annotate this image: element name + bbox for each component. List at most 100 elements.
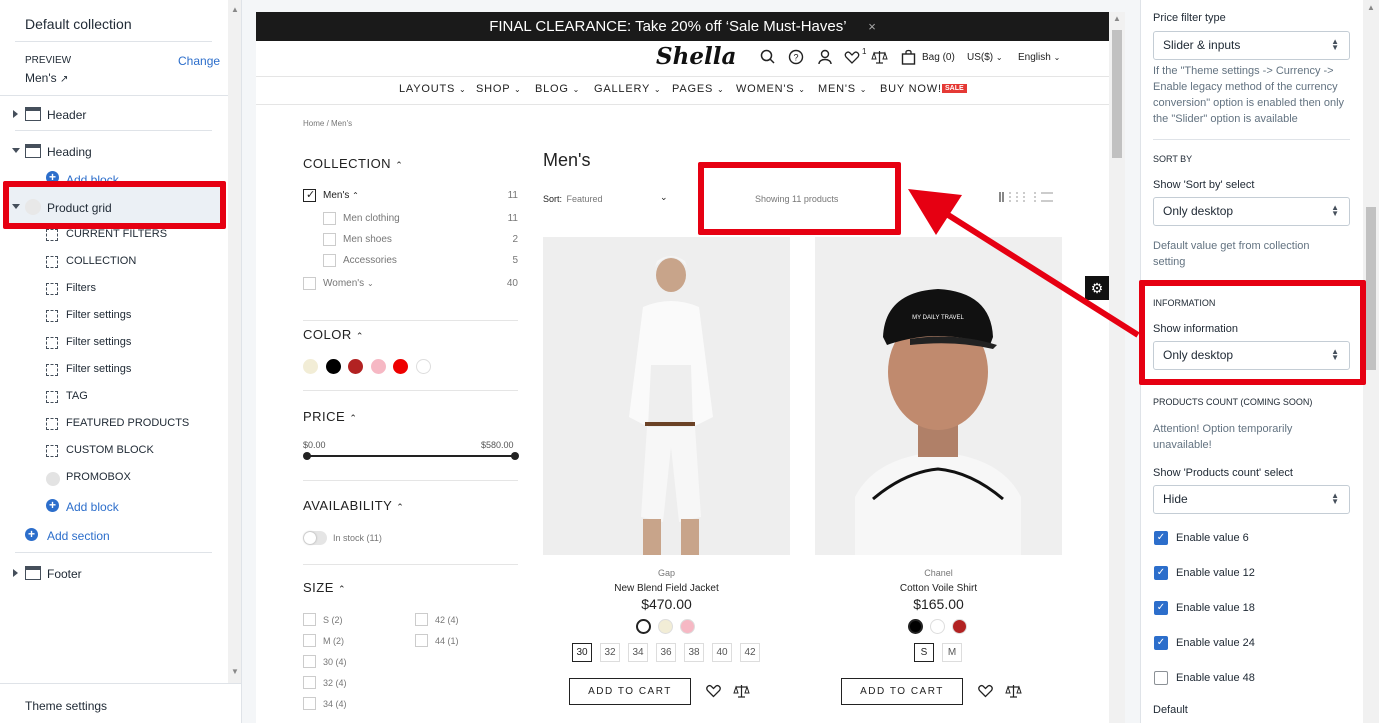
help-icon[interactable]: ?	[788, 49, 804, 65]
enable-value-checkbox[interactable]: ✓	[1154, 566, 1168, 580]
nav-item[interactable]: SHOP ⌄	[476, 83, 522, 95]
color-swatch[interactable]	[393, 359, 408, 374]
block-item[interactable]: FEATURED PRODUCTS	[66, 417, 189, 429]
right-scrollbar[interactable]: ▲	[1363, 0, 1379, 723]
section-header[interactable]: Header	[47, 108, 86, 122]
nav-item[interactable]: PAGES ⌄	[672, 83, 724, 95]
products-count-select[interactable]: Hide ▲ ▼	[1153, 485, 1350, 514]
currency-selector[interactable]: US($) ⌄	[967, 52, 1003, 63]
size-checkbox[interactable]	[303, 676, 316, 689]
size-option[interactable]: M (2)	[323, 636, 344, 646]
product-size-option[interactable]: 42	[740, 643, 760, 662]
section-heading[interactable]: Heading	[47, 145, 92, 159]
compare-icon[interactable]	[871, 49, 888, 65]
nav-item[interactable]: BUY NOW!	[880, 83, 942, 95]
theme-settings-link[interactable]: Theme settings	[25, 699, 107, 713]
color-swatch[interactable]	[370, 359, 386, 374]
bag-icon[interactable]	[901, 49, 916, 65]
wishlist-icon[interactable]	[706, 684, 721, 698]
collection-item[interactable]: Accessories	[343, 255, 397, 266]
size-option[interactable]: 32 (4)	[323, 678, 347, 688]
wishlist-icon[interactable]	[844, 50, 860, 65]
product-color-swatch[interactable]	[636, 619, 651, 634]
size-option[interactable]: 34 (4)	[323, 699, 347, 709]
block-item[interactable]: Filter settings	[66, 363, 131, 375]
nav-item[interactable]: WOMEN'S ⌄	[736, 83, 806, 95]
banner-close-icon[interactable]: ×	[868, 19, 876, 34]
block-item[interactable]: TAG	[66, 390, 88, 402]
breadcrumb[interactable]: Home / Men's	[303, 119, 352, 128]
left-scrollbar[interactable]: ▲ ▼	[228, 0, 241, 683]
chevron-down-icon[interactable]: ⌄	[660, 192, 668, 203]
product-size-option[interactable]: S	[914, 643, 934, 662]
size-checkbox[interactable]	[303, 697, 316, 710]
collapse-icon[interactable]	[12, 204, 20, 209]
in-stock-toggle[interactable]	[303, 531, 327, 545]
information-select[interactable]: Only desktop ▲ ▼	[1153, 341, 1350, 370]
product-brand[interactable]: Chanel	[815, 568, 1062, 578]
product-size-option[interactable]: 36	[656, 643, 676, 662]
product-color-swatch[interactable]	[908, 619, 923, 634]
availability-filter-title[interactable]: AVAILABILITY ⌃	[303, 498, 404, 513]
section-footer[interactable]: Footer	[47, 567, 82, 581]
enable-value-checkbox[interactable]	[1154, 671, 1168, 685]
size-option[interactable]: 44 (1)	[435, 636, 459, 646]
heading-add-block[interactable]: Add block	[66, 173, 119, 187]
grid-add-block[interactable]: Add block	[66, 500, 119, 514]
nav-item[interactable]: LAYOUTS ⌄	[399, 83, 467, 95]
nav-item[interactable]: MEN'S ⌄	[818, 83, 867, 95]
enable-value-checkbox[interactable]: ✓	[1154, 601, 1168, 615]
color-swatch[interactable]	[303, 359, 318, 374]
block-item[interactable]: CURRENT FILTERS	[66, 228, 167, 240]
product-color-swatch[interactable]	[680, 619, 695, 634]
compare-icon[interactable]	[733, 683, 750, 699]
collection-item[interactable]: Men's ⌃	[323, 190, 359, 201]
product-size-option[interactable]: M	[942, 643, 962, 662]
product-brand[interactable]: Gap	[543, 568, 790, 578]
block-item[interactable]: PROMOBOX	[66, 471, 131, 483]
collection-checkbox[interactable]	[323, 212, 336, 225]
product-image[interactable]	[543, 237, 790, 555]
block-item[interactable]: COLLECTION	[66, 255, 136, 267]
price-slider-max-handle[interactable]	[511, 452, 519, 460]
price-slider[interactable]	[306, 455, 516, 457]
collection-checkbox[interactable]	[303, 277, 316, 290]
sort-select[interactable]: Sort: Featured	[543, 194, 603, 204]
collection-item[interactable]: Men shoes	[343, 234, 392, 245]
size-filter-title[interactable]: SIZE ⌃	[303, 580, 346, 595]
nav-item[interactable]: BLOG ⌄	[535, 83, 580, 95]
product-size-option[interactable]: 34	[628, 643, 648, 662]
collection-checkbox[interactable]	[323, 233, 336, 246]
collection-checkbox[interactable]: ✓	[303, 189, 316, 202]
block-item[interactable]: Filter settings	[66, 309, 131, 321]
block-item[interactable]: Filters	[66, 282, 96, 294]
preview-scrollbar[interactable]: ▲	[1109, 12, 1125, 723]
color-swatch[interactable]	[415, 359, 431, 374]
size-checkbox[interactable]	[303, 655, 316, 668]
enable-value-checkbox[interactable]: ✓	[1154, 531, 1168, 545]
wishlist-icon[interactable]	[978, 684, 993, 698]
product-color-swatch[interactable]	[658, 619, 673, 634]
expand-icon[interactable]	[13, 569, 18, 577]
size-option[interactable]: 42 (4)	[435, 615, 459, 625]
product-color-swatch[interactable]	[952, 619, 967, 634]
expand-icon[interactable]	[13, 110, 18, 118]
sort-select[interactable]: Only desktop ▲ ▼	[1153, 197, 1350, 226]
search-icon[interactable]	[760, 49, 776, 65]
size-option[interactable]: 30 (4)	[323, 657, 347, 667]
price-filter-type-select[interactable]: Slider & inputs ▲ ▼	[1153, 31, 1350, 60]
nav-item[interactable]: GALLERY ⌄	[594, 83, 661, 95]
bag-label[interactable]: Bag (0)	[922, 52, 955, 63]
preview-value[interactable]: Men's ↗	[25, 71, 68, 85]
product-size-option[interactable]: 38	[684, 643, 704, 662]
product-color-swatch[interactable]	[930, 619, 945, 634]
store-logo[interactable]: Shella	[656, 43, 736, 70]
collapse-icon[interactable]	[12, 148, 20, 153]
product-size-option[interactable]: 32	[600, 643, 620, 662]
collection-checkbox[interactable]	[323, 254, 336, 267]
enable-value-checkbox[interactable]: ✓	[1154, 636, 1168, 650]
collection-item[interactable]: Men clothing	[343, 213, 400, 224]
block-item[interactable]: CUSTOM BLOCK	[66, 444, 154, 456]
collection-filter-title[interactable]: COLLECTION ⌃	[303, 156, 403, 171]
price-filter-title[interactable]: PRICE ⌃	[303, 409, 357, 424]
